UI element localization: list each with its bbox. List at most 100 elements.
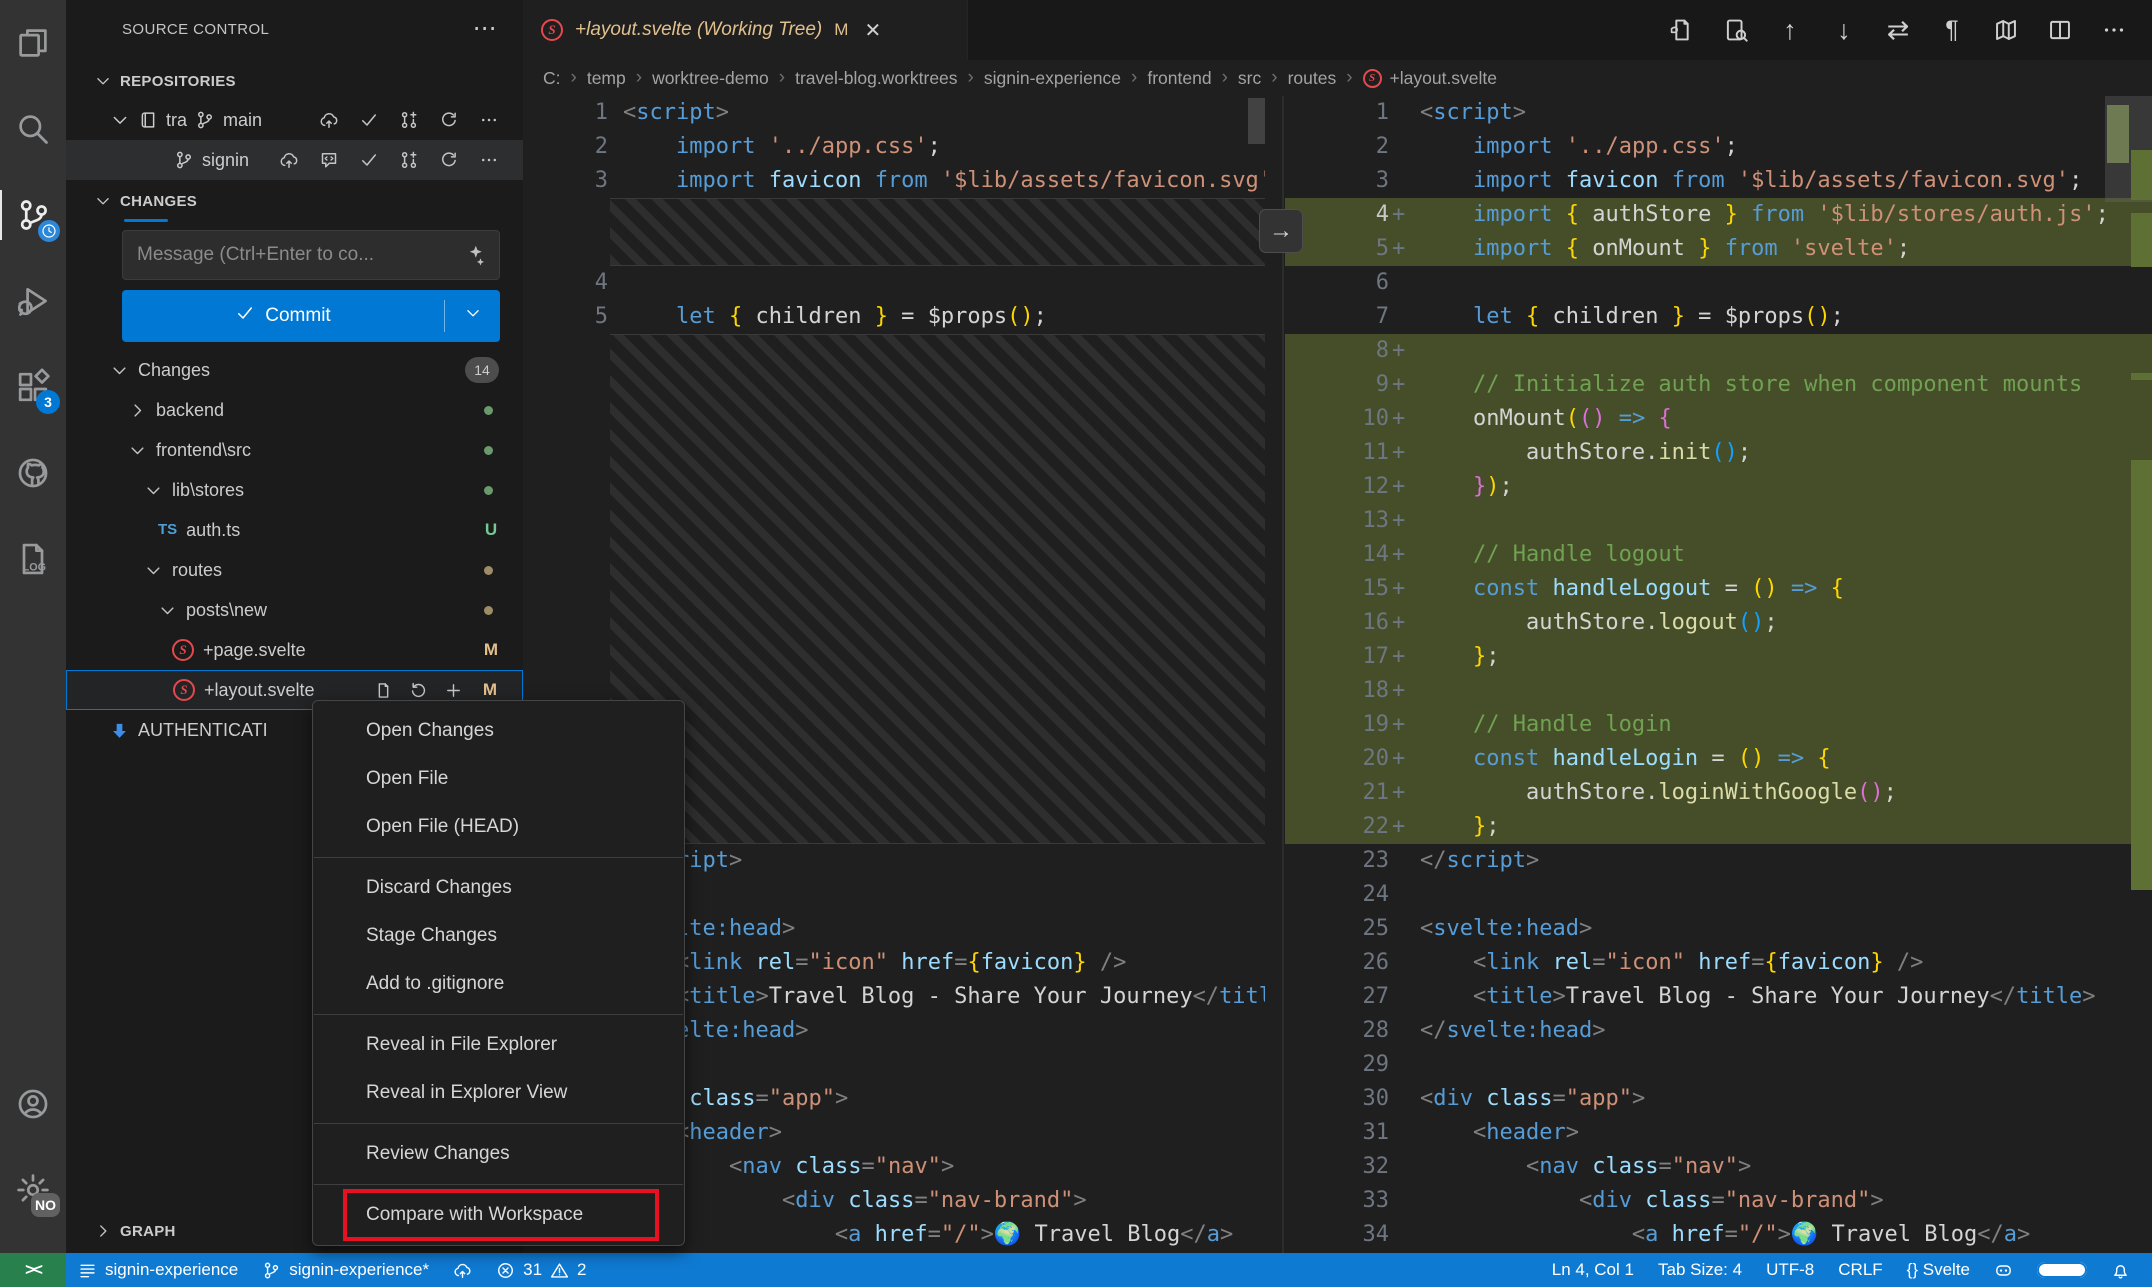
diff-line[interactable]: 29 — [1285, 1048, 2152, 1082]
toolbar-split[interactable] — [2040, 10, 2080, 50]
diff-line-added[interactable]: 15+ const handleLogout = () => { — [1285, 572, 2152, 606]
diff-swap-sides-button[interactable]: → — [1259, 209, 1303, 253]
status-tab-size-4[interactable]: Tab Size: 4 — [1646, 1253, 1754, 1287]
status-branch[interactable]: signin-experience* — [250, 1253, 441, 1287]
menu-item-add-to-gitignore[interactable]: Add to .gitignore — [313, 960, 684, 1008]
diff-line[interactable]: 24 — [1285, 878, 2152, 912]
tree-item-auth-ts[interactable]: TSauth.tsU — [66, 510, 523, 550]
commit-button[interactable]: Commit — [122, 290, 500, 342]
check-icon[interactable] — [359, 150, 379, 170]
tab-layout-svelte-working-tree[interactable]: S +layout.svelte (Working Tree) M ✕ — [523, 0, 968, 60]
menu-item-reveal-in-explorer-view[interactable]: Reveal in Explorer View — [313, 1069, 684, 1117]
diff-line[interactable]: 1<script> — [523, 96, 1265, 130]
menu-item-review-changes[interactable]: Review Changes — [313, 1130, 684, 1178]
cloud-upload-icon[interactable] — [279, 150, 299, 170]
status-cloud-upload[interactable] — [441, 1253, 484, 1287]
status-copilot[interactable] — [1982, 1253, 2025, 1287]
status-pill[interactable] — [2025, 1253, 2099, 1287]
diff-line-added[interactable]: 4+ import { authStore } from '$lib/store… — [1285, 198, 2152, 232]
activity-account[interactable] — [0, 1071, 66, 1137]
cloud-upload-icon[interactable] — [319, 110, 339, 130]
breadcrumb-item[interactable]: C: — [543, 68, 561, 89]
more-icon[interactable] — [479, 110, 499, 130]
breadcrumb-item[interactable]: frontend — [1147, 68, 1211, 89]
tree-item--page-svelte[interactable]: S+page.svelteM — [66, 630, 523, 670]
diff-line[interactable]: 7 let { children } = $props(); — [1285, 300, 2152, 334]
diff-line[interactable]: 2 import '../app.css'; — [1285, 130, 2152, 164]
repository-row-tra[interactable]: tramain — [66, 100, 523, 140]
diff-line-added[interactable]: 16+ authStore.logout(); — [1285, 606, 2152, 640]
breadcrumb-item[interactable]: travel-blog.worktrees — [795, 68, 957, 89]
diff-line[interactable]: 30<div class="app"> — [1285, 1082, 2152, 1116]
tree-item-backend[interactable]: backend — [66, 390, 523, 430]
toolbar-pilcrow[interactable]: ¶ — [1932, 10, 1972, 50]
diff-line[interactable]: 34 <a href="/">🌍 Travel Blog</a> — [1285, 1218, 2152, 1252]
activity-files[interactable] — [0, 10, 66, 76]
menu-item-open-changes[interactable]: Open Changes — [313, 707, 684, 755]
diff-pane-modified[interactable]: 1<script>2 import '../app.css';3 import … — [1285, 96, 2152, 1253]
section-changes[interactable]: CHANGES — [66, 182, 523, 220]
diff-line[interactable]: 4 — [523, 266, 1265, 300]
status--svelte[interactable]: {} Svelte — [1895, 1253, 1982, 1287]
pr-plus-icon[interactable] — [399, 150, 419, 170]
activity-github[interactable] — [0, 440, 66, 506]
check-icon[interactable] — [359, 110, 379, 130]
commit-message-input[interactable] — [122, 230, 500, 280]
diff-line[interactable]: 3 import favicon from '$lib/assets/favic… — [523, 164, 1265, 198]
menu-item-discard-changes[interactable]: Discard Changes — [313, 864, 684, 912]
toolbar-doc-arrow[interactable] — [1662, 10, 1702, 50]
tree-item-routes[interactable]: routes — [66, 550, 523, 590]
diff-line[interactable]: 25<svelte:head> — [1285, 912, 2152, 946]
toolbar-map[interactable] — [1986, 10, 2026, 50]
diff-line[interactable]: 1<script> — [1285, 96, 2152, 130]
tree-item-frontend-src[interactable]: frontend\src — [66, 430, 523, 470]
diff-line-added[interactable]: 9+ // Initialize auth store when compone… — [1285, 368, 2152, 402]
menu-item-reveal-in-file-explorer[interactable]: Reveal in File Explorer — [313, 1021, 684, 1069]
diff-line-added[interactable]: 18+ — [1285, 674, 2152, 708]
diff-line[interactable]: 6 — [1285, 266, 2152, 300]
add-icon[interactable] — [444, 681, 463, 700]
refresh-icon[interactable] — [439, 150, 459, 170]
diff-line[interactable]: 3 import favicon from '$lib/assets/favic… — [1285, 164, 2152, 198]
diff-line[interactable]: 28</svelte:head> — [1285, 1014, 2152, 1048]
section-repositories[interactable]: REPOSITORIES — [66, 62, 523, 100]
status-utf-8[interactable]: UTF-8 — [1754, 1253, 1826, 1287]
tree-item-lib-stores[interactable]: lib\stores — [66, 470, 523, 510]
diff-line-added[interactable]: 8+ — [1285, 334, 2152, 368]
diff-line[interactable]: 27 <title>Travel Blog - Share Your Journ… — [1285, 980, 2152, 1014]
diff-line-added[interactable]: 10+ onMount(() => { — [1285, 402, 2152, 436]
menu-item-open-file-head-[interactable]: Open File (HEAD) — [313, 803, 684, 851]
diff-line-added[interactable]: 5+ import { onMount } from 'svelte'; — [1285, 232, 2152, 266]
breadcrumb-item[interactable]: routes — [1288, 68, 1337, 89]
status-crlf[interactable]: CRLF — [1826, 1253, 1894, 1287]
toolbar-arrow-up[interactable]: ↑ — [1770, 10, 1810, 50]
more-icon[interactable] — [479, 150, 499, 170]
remote-indicator[interactable]: >< — [0, 1253, 66, 1287]
scrollbar-overview-ruler[interactable] — [2105, 96, 2152, 1253]
status-ln-4-col-1[interactable]: Ln 4, Col 1 — [1540, 1253, 1646, 1287]
activity-log[interactable]: LOG — [0, 526, 66, 592]
diff-line[interactable]: 2 import '../app.css'; — [523, 130, 1265, 164]
activity-run-debug[interactable] — [0, 268, 66, 334]
menu-item-open-file[interactable]: Open File — [313, 755, 684, 803]
commit-dropdown-button[interactable] — [444, 300, 500, 332]
diff-line[interactable]: 5 let { children } = $props(); — [523, 300, 1265, 334]
toolbar-swap[interactable]: ⇄ — [1878, 10, 1918, 50]
scrollbar[interactable] — [1248, 98, 1265, 144]
menu-item-compare-with-workspace[interactable]: Compare with Workspace — [313, 1191, 684, 1239]
discard-icon[interactable] — [409, 681, 428, 700]
diff-line[interactable]: 32 <nav class="nav"> — [1285, 1150, 2152, 1184]
tree-item-changes[interactable]: Changes14 — [66, 350, 523, 390]
close-icon[interactable]: ✕ — [864, 18, 881, 43]
diff-line-added[interactable]: 12+ }); — [1285, 470, 2152, 504]
status-bell[interactable] — [2099, 1253, 2142, 1287]
diff-line-added[interactable]: 22+ }; — [1285, 810, 2152, 844]
status-error[interactable]: 312 — [484, 1253, 598, 1287]
breadcrumb-item[interactable]: S+layout.svelte — [1363, 68, 1498, 89]
breadcrumb-item[interactable]: signin-experience — [984, 68, 1121, 89]
diff-sash[interactable] — [1265, 96, 1285, 1253]
diff-line-added[interactable]: 14+ // Handle logout — [1285, 538, 2152, 572]
toolbar-doc-search[interactable] — [1716, 10, 1756, 50]
breadcrumb-item[interactable]: temp — [587, 68, 626, 89]
diff-line-added[interactable]: 13+ — [1285, 504, 2152, 538]
